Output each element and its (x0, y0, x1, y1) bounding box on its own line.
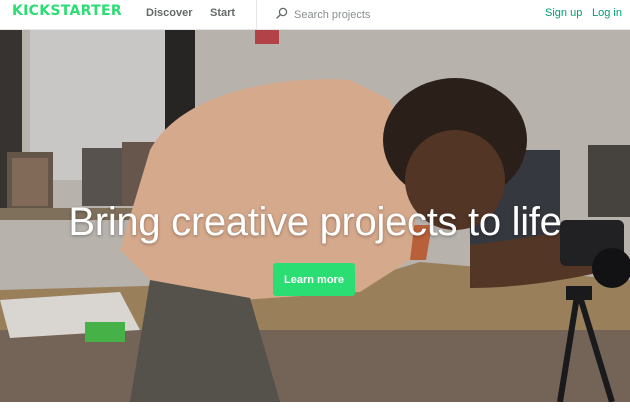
top-navigation-bar: KICKSTARTER Discover Start Sign up Log i… (0, 0, 630, 30)
page-bottom-strip (0, 402, 630, 409)
nav-divider (256, 0, 257, 30)
hero-title: Bring creative projects to life (68, 200, 562, 244)
sign-up-link[interactable]: Sign up (545, 7, 582, 19)
search-icon[interactable] (276, 7, 288, 19)
start-link[interactable]: Start (210, 7, 235, 19)
kickstarter-logo[interactable]: KICKSTARTER (12, 3, 122, 19)
search-input[interactable] (294, 5, 484, 25)
discover-link[interactable]: Discover (146, 7, 192, 19)
hero-section: Bring creative projects to life Learn mo… (0, 30, 630, 402)
learn-more-button[interactable]: Learn more (273, 263, 355, 296)
search-box[interactable] (272, 5, 492, 25)
log-in-link[interactable]: Log in (592, 7, 622, 19)
